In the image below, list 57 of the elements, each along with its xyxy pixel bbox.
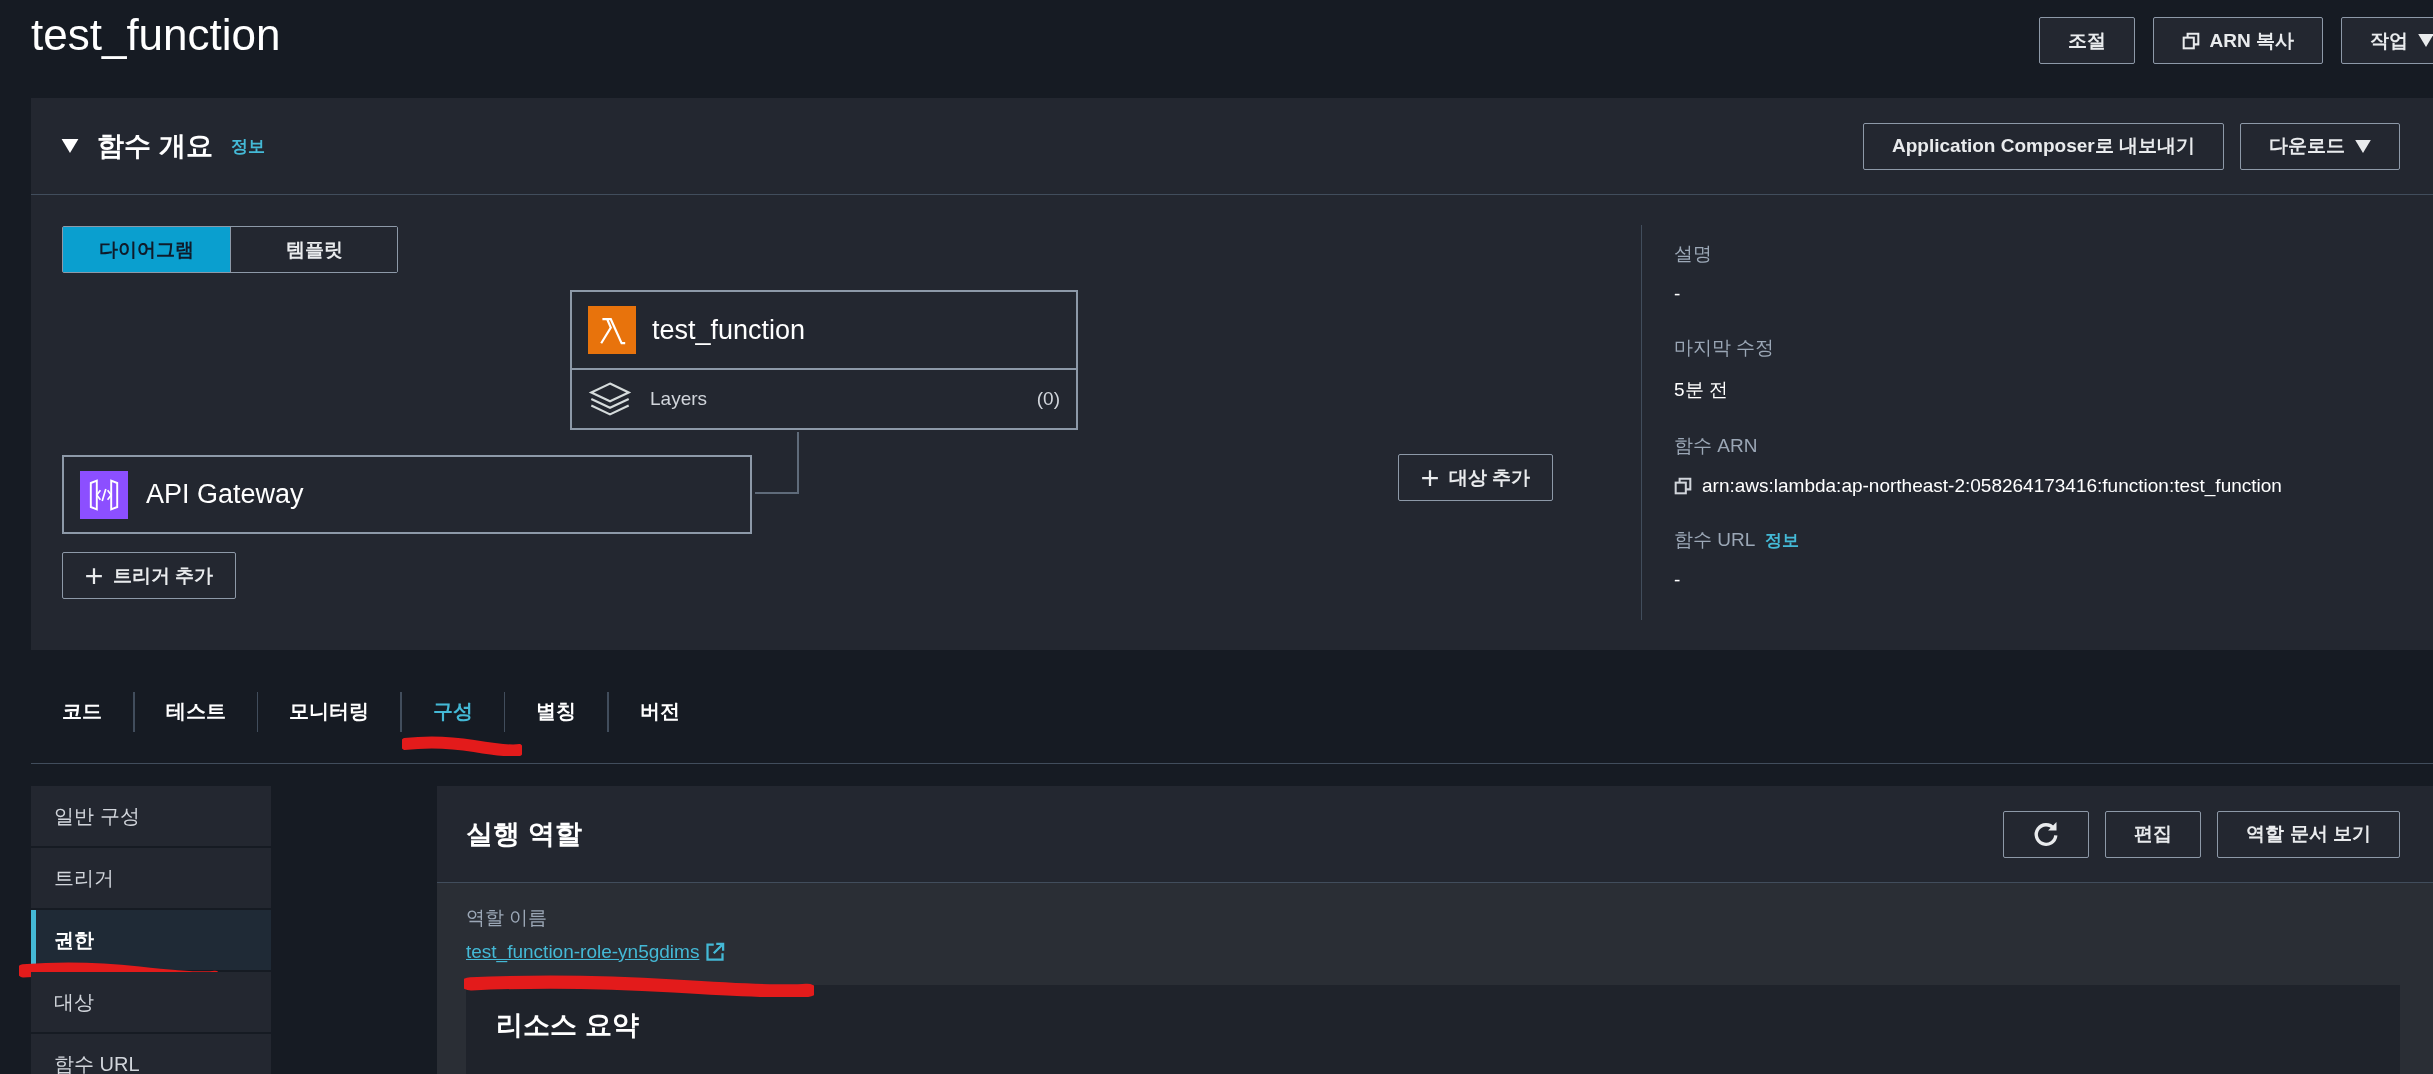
collapse-caret-icon[interactable] — [61, 139, 79, 153]
card-title: 리소스 요약 — [496, 1009, 640, 1042]
role-name-link[interactable]: test_function-role-yn5gdims — [466, 941, 726, 963]
sidebar-item[interactable]: 일반 구성 — [31, 786, 271, 846]
connector-line — [755, 432, 799, 494]
copy-icon — [2181, 31, 2200, 50]
section-title: 함수 개요 — [97, 130, 213, 163]
action-button[interactable]: 편집 — [2105, 810, 2202, 858]
info-link[interactable]: 정보 — [230, 134, 265, 158]
detail-label: 설명 — [1674, 242, 1712, 266]
layers-label: Layers — [650, 388, 709, 410]
sidebar-item[interactable]: 대상 — [31, 972, 271, 1032]
external-link-icon — [705, 942, 726, 962]
api-gateway-icon — [80, 470, 128, 519]
action-button[interactable]: Application Composer로 내보내기 — [1863, 122, 2224, 170]
trigger-name: API Gateway — [146, 479, 304, 510]
caret-icon — [2418, 34, 2433, 47]
sidebar-item[interactable]: 트리거 — [31, 848, 271, 908]
add-trigger-button[interactable]: 트리거 추가 — [62, 552, 237, 599]
action-button[interactable]: 역할 문서 보기 — [2217, 810, 2400, 858]
action-button[interactable]: ARN 복사 — [2152, 17, 2323, 64]
dropdown-button[interactable]: 다운로드 — [2240, 122, 2400, 170]
sidebar-item[interactable]: 권한 — [31, 910, 271, 970]
detail-value: - — [1674, 283, 1681, 305]
layers-count: (0) — [1036, 388, 1060, 410]
tab[interactable]: 코드 — [31, 688, 133, 735]
detail-value: - — [1674, 569, 1681, 591]
dropdown-button[interactable]: 작업 — [2341, 17, 2433, 64]
add-destination-button[interactable]: 대상 추가 — [1398, 454, 1554, 501]
trigger-node[interactable]: API Gateway — [62, 455, 752, 534]
tab[interactable]: 버전 — [608, 688, 711, 735]
detail-label: 함수 URL — [1674, 528, 1756, 552]
action-button[interactable]: 조절 — [2038, 17, 2135, 64]
detail-label: 함수 ARN — [1674, 434, 1758, 458]
view-toggle-tab[interactable]: 다이어그램 — [63, 227, 230, 272]
plus-icon — [1421, 468, 1439, 487]
detail-value: arn:aws:lambda:ap-northeast-2:058264173416:function:test_function — [1702, 475, 2282, 497]
info-link[interactable]: 정보 — [1765, 528, 1800, 552]
detail-label: 마지막 수정 — [1674, 336, 1775, 360]
page-title: test_function — [31, 10, 281, 60]
tab[interactable]: 구성 — [401, 688, 504, 735]
function-node[interactable]: test_function Layers (0) — [570, 290, 1078, 430]
lambda-icon — [588, 306, 636, 354]
copy-icon[interactable] — [1674, 477, 1692, 495]
detail-value: 5분 전 — [1674, 378, 1728, 402]
view-toggle-tab[interactable]: 템플릿 — [230, 227, 397, 272]
tab[interactable]: 별칭 — [505, 688, 607, 735]
panel-title: 실행 역할 — [466, 818, 582, 851]
tab[interactable]: 모니터링 — [258, 688, 400, 735]
sidebar-item[interactable]: 함수 URL — [31, 1034, 271, 1074]
plus-icon — [85, 566, 103, 585]
caret-icon — [2355, 139, 2371, 153]
layers-icon — [588, 381, 632, 417]
tab[interactable]: 테스트 — [134, 688, 257, 735]
role-name-label: 역할 이름 — [466, 906, 549, 930]
refresh-button[interactable] — [2003, 810, 2090, 858]
function-name: test_function — [652, 314, 806, 346]
